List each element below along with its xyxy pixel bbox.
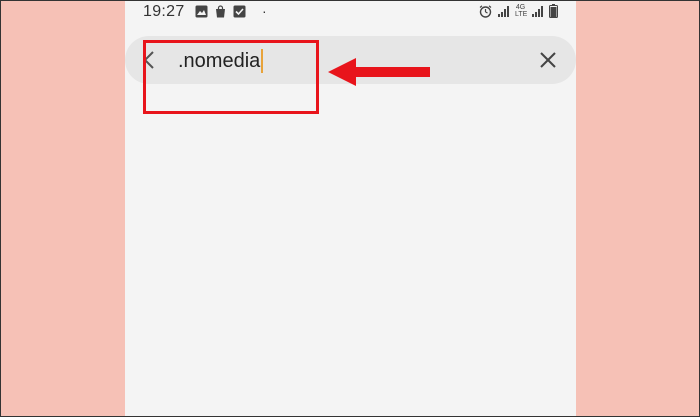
notification-icons: [195, 5, 246, 18]
system-icons: 4G LTE: [479, 4, 558, 18]
signal-icon-2: [532, 6, 543, 17]
bag-icon: [216, 5, 225, 18]
annotation-arrow-icon: [328, 58, 430, 86]
network-label-top: 4G: [515, 4, 526, 11]
screenshot-frame: 19:27 · 4G LTE .nomedia: [0, 0, 700, 417]
close-icon[interactable]: [538, 50, 558, 70]
network-type: 4G LTE: [515, 4, 528, 18]
network-label-bottom: LTE: [515, 11, 528, 18]
status-time: 19:27: [143, 3, 185, 20]
alarm-icon: [479, 5, 492, 18]
battery-icon: [549, 4, 558, 18]
signal-icon: [498, 6, 509, 17]
status-bar: 19:27 · 4G LTE: [125, 1, 576, 25]
annotation-highlight-box: [143, 40, 319, 114]
status-dot: ·: [262, 3, 267, 19]
checkbox-icon: [233, 5, 246, 18]
image-icon: [195, 5, 208, 18]
